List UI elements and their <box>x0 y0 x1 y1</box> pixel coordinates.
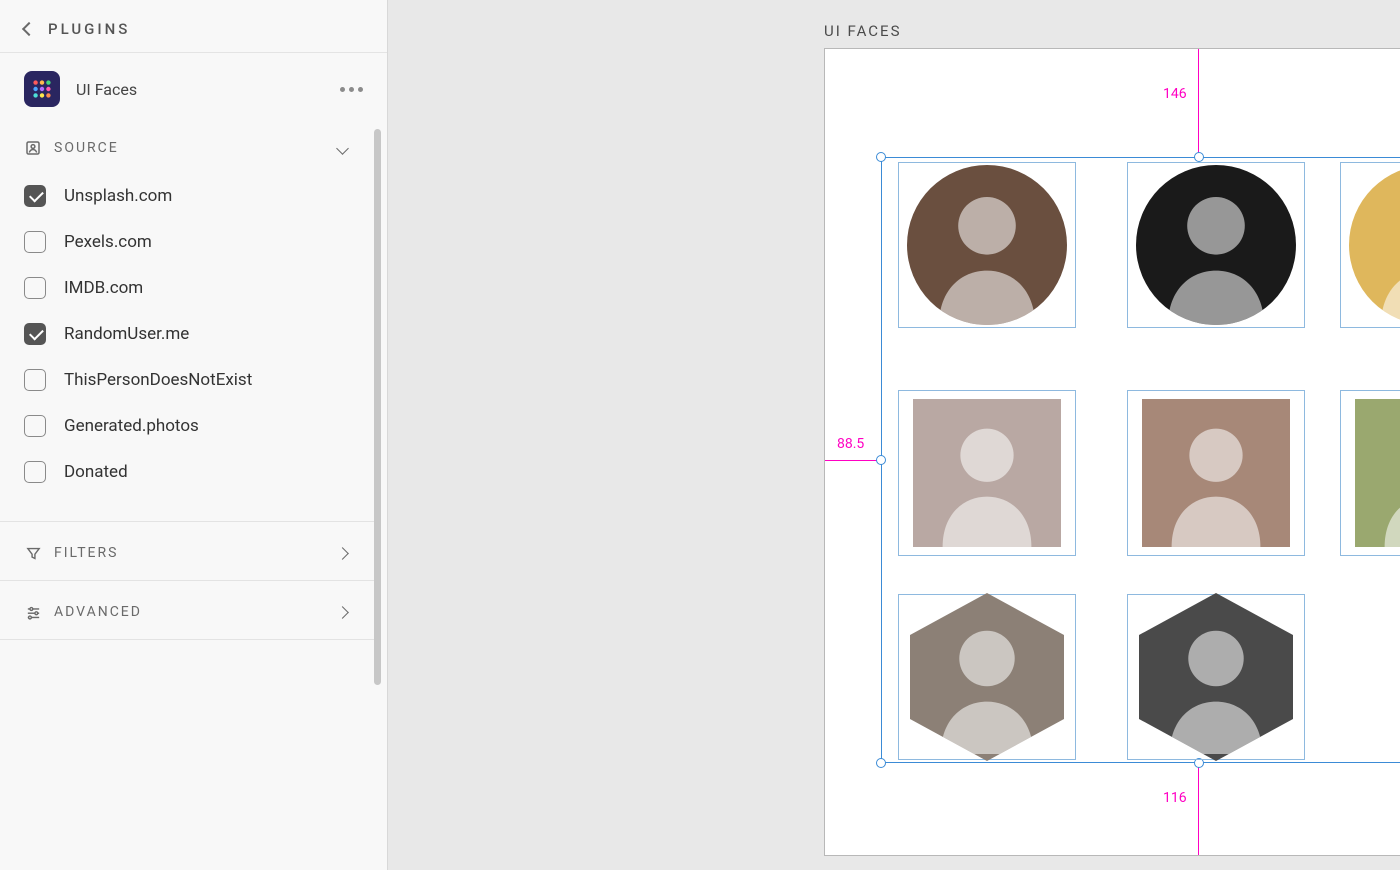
avatar-hex[interactable] <box>1139 593 1293 761</box>
guide-top <box>1198 49 1199 157</box>
checkbox[interactable] <box>24 277 46 299</box>
chevron-down-icon <box>336 142 349 155</box>
source-label: Generated.photos <box>64 416 199 436</box>
plugin-row[interactable]: UI Faces <box>0 53 387 125</box>
guide-bottom <box>1198 763 1199 855</box>
scrollbar[interactable] <box>374 129 381 685</box>
more-icon[interactable] <box>340 87 363 92</box>
avatar-square[interactable] <box>1142 399 1290 547</box>
source-list: Unsplash.com Pexels.com IMDB.com RandomUser… <box>0 167 377 513</box>
avatar-square[interactable] <box>1355 399 1400 547</box>
avatar-cell[interactable] <box>1127 390 1305 556</box>
avatar-cell[interactable] <box>1127 594 1305 760</box>
source-icon <box>24 139 42 157</box>
measure-bottom: 116 <box>1163 790 1187 806</box>
chevron-right-icon <box>336 606 349 619</box>
divider <box>0 580 377 581</box>
checkbox[interactable] <box>24 323 46 345</box>
checkbox[interactable] <box>24 231 46 253</box>
avatar-cell[interactable] <box>898 390 1076 556</box>
source-item[interactable]: IMDB.com <box>20 265 369 311</box>
section-source[interactable]: SOURCE <box>0 125 377 167</box>
plugin-name: UI Faces <box>76 80 324 99</box>
plugins-panel: PLUGINS UI Faces SOURCE Unsplash.com Pexe… <box>0 0 388 870</box>
resize-handle[interactable] <box>1194 152 1204 162</box>
panel-title: PLUGINS <box>48 20 130 38</box>
source-item[interactable]: ThisPersonDoesNotExist <box>20 357 369 403</box>
section-advanced[interactable]: ADVANCED <box>0 589 377 631</box>
section-advanced-label: ADVANCED <box>54 604 326 620</box>
avatar-circle[interactable] <box>1349 165 1400 325</box>
avatar-cell[interactable] <box>1127 162 1305 328</box>
resize-handle[interactable] <box>876 455 886 465</box>
panel-body: SOURCE Unsplash.com Pexels.com IMDB.com Ran… <box>0 125 387 870</box>
section-source-label: SOURCE <box>54 140 326 156</box>
source-item[interactable]: Unsplash.com <box>20 173 369 219</box>
measure-left: 88.5 <box>837 436 864 452</box>
avatar-circle[interactable] <box>1136 165 1296 325</box>
avatar-cell[interactable] <box>898 162 1076 328</box>
chevron-right-icon <box>336 547 349 560</box>
section-filters[interactable]: FILTERS <box>0 530 377 572</box>
back-icon[interactable] <box>22 22 36 36</box>
avatar-cell[interactable] <box>898 594 1076 760</box>
filter-icon <box>24 544 42 562</box>
source-label: Pexels.com <box>64 232 152 252</box>
sliders-icon <box>24 603 42 621</box>
source-label: ThisPersonDoesNotExist <box>64 370 252 390</box>
source-label: IMDB.com <box>64 278 143 298</box>
source-label: Donated <box>64 462 128 482</box>
source-item[interactable]: Pexels.com <box>20 219 369 265</box>
measure-top: 146 <box>1163 86 1187 102</box>
plugin-app-icon <box>24 71 60 107</box>
checkbox[interactable] <box>24 415 46 437</box>
selection-box[interactable] <box>881 157 1400 763</box>
divider <box>0 639 377 640</box>
avatar-hex[interactable] <box>910 593 1064 761</box>
divider <box>0 521 377 522</box>
avatar-cell[interactable] <box>1340 162 1400 328</box>
source-item[interactable]: RandomUser.me <box>20 311 369 357</box>
resize-handle[interactable] <box>876 758 886 768</box>
panel-header: PLUGINS <box>0 0 387 53</box>
avatar-square[interactable] <box>913 399 1061 547</box>
source-label: RandomUser.me <box>64 324 189 344</box>
checkbox[interactable] <box>24 369 46 391</box>
checkbox[interactable] <box>24 461 46 483</box>
resize-handle[interactable] <box>876 152 886 162</box>
checkbox[interactable] <box>24 185 46 207</box>
guide-left <box>825 460 881 461</box>
source-label: Unsplash.com <box>64 186 172 206</box>
avatar-circle[interactable] <box>907 165 1067 325</box>
source-item[interactable]: Generated.photos <box>20 403 369 449</box>
source-item[interactable]: Donated <box>20 449 369 495</box>
avatar-cell[interactable] <box>1340 390 1400 556</box>
design-canvas[interactable]: UI FACES 146 88.5 158 116 <box>388 0 1400 870</box>
artboard-label[interactable]: UI FACES <box>824 22 901 40</box>
section-filters-label: FILTERS <box>54 545 326 561</box>
